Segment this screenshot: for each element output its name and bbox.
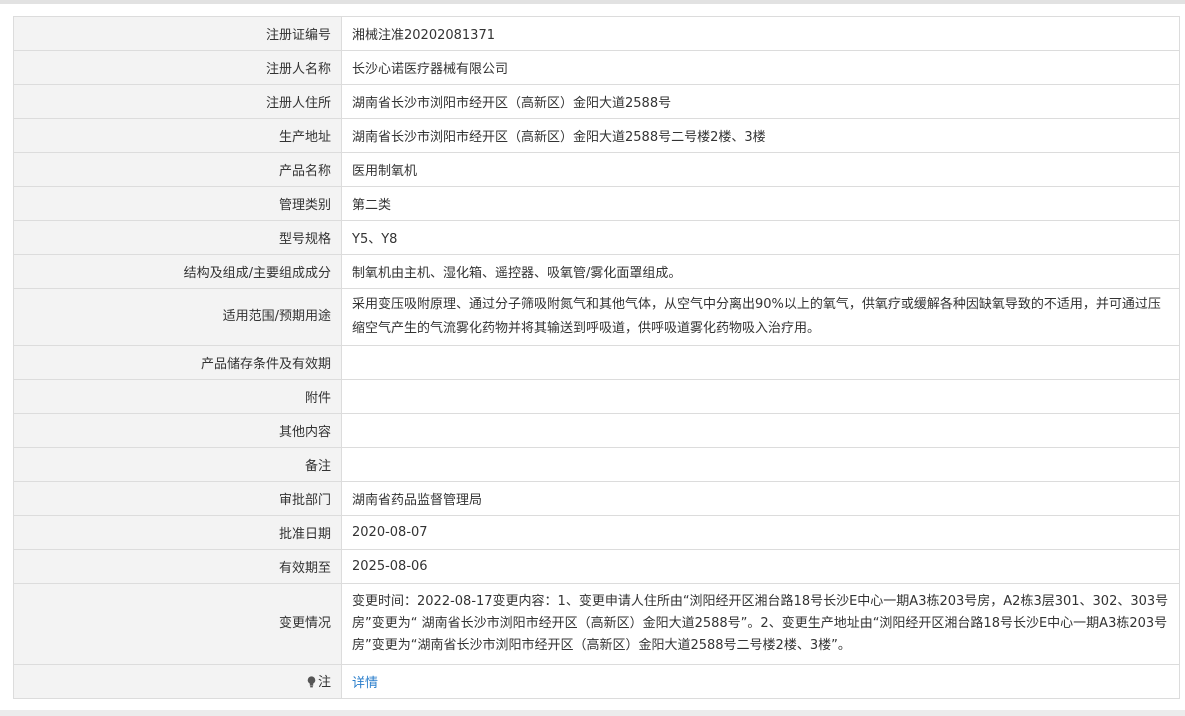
table-row: 变更情况 变更时间：2022-08-17变更内容：1、变更申请人住所由“浏阳经开… <box>13 583 1180 665</box>
table-row: 适用范围/预期用途 采用变压吸附原理、通过分子筛吸附氮气和其他气体，从空气中分离… <box>13 288 1180 346</box>
row-label-note: 注 <box>13 664 342 699</box>
row-value-management-class: 第二类 <box>341 186 1180 221</box>
row-label-management-class: 管理类别 <box>13 186 342 221</box>
row-label-registration-number: 注册证编号 <box>13 16 342 51</box>
table-row: 注 详情 <box>13 664 1180 699</box>
table-row: 有效期至 2025-08-06 <box>13 549 1180 584</box>
table-row: 其他内容 <box>13 413 1180 448</box>
table-row: 审批部门 湖南省药品监督管理局 <box>13 481 1180 516</box>
row-label-valid-until: 有效期至 <box>13 549 342 584</box>
detail-panel: 注册证编号 湘械注准20202081371 注册人名称 长沙心诺医疗器械有限公司… <box>0 4 1185 710</box>
row-label-remarks: 备注 <box>13 447 342 482</box>
lightbulb-icon <box>307 676 316 692</box>
row-value-note: 详情 <box>341 664 1180 699</box>
row-label-registrant-address: 注册人住所 <box>13 84 342 119</box>
row-value-registrant-address: 湖南省长沙市浏阳市经开区（高新区）金阳大道2588号 <box>341 84 1180 119</box>
table-row: 注册人名称 长沙心诺医疗器械有限公司 <box>13 50 1180 85</box>
row-label-model-spec: 型号规格 <box>13 220 342 255</box>
table-row: 管理类别 第二类 <box>13 186 1180 221</box>
row-label-approval-date: 批准日期 <box>13 515 342 550</box>
details-link[interactable]: 详情 <box>352 676 378 691</box>
table-row: 生产地址 湖南省长沙市浏阳市经开区（高新区）金阳大道2588号二号楼2楼、3楼 <box>13 118 1180 153</box>
row-label-other: 其他内容 <box>13 413 342 448</box>
row-value-model-spec: Y5、Y8 <box>341 220 1180 255</box>
row-value-approval-dept: 湖南省药品监督管理局 <box>341 481 1180 516</box>
row-label-approval-dept: 审批部门 <box>13 481 342 516</box>
row-value-registrant-name: 长沙心诺医疗器械有限公司 <box>341 50 1180 85</box>
registration-detail-table: 注册证编号 湘械注准20202081371 注册人名称 长沙心诺医疗器械有限公司… <box>13 16 1180 699</box>
table-row: 结构及组成/主要组成成分 制氧机由主机、湿化箱、遥控器、吸氧管/雾化面罩组成。 <box>13 254 1180 289</box>
row-value-approval-date: 2020-08-07 <box>341 515 1180 550</box>
row-label-storage: 产品储存条件及有效期 <box>13 345 342 380</box>
row-value-changes: 变更时间：2022-08-17变更内容：1、变更申请人住所由“浏阳经开区湘台路1… <box>341 583 1180 665</box>
row-label-intended-use: 适用范围/预期用途 <box>13 288 342 346</box>
row-value-structure: 制氧机由主机、湿化箱、遥控器、吸氧管/雾化面罩组成。 <box>341 254 1180 289</box>
note-label: 注 <box>317 675 331 690</box>
table-row: 型号规格 Y5、Y8 <box>13 220 1180 255</box>
row-value-registration-number: 湘械注准20202081371 <box>341 16 1180 51</box>
table-row: 备注 <box>13 447 1180 482</box>
row-value-intended-use: 采用变压吸附原理、通过分子筛吸附氮气和其他气体，从空气中分离出90%以上的氧气，… <box>341 288 1180 346</box>
row-value-remarks <box>341 447 1180 482</box>
table-row: 附件 <box>13 379 1180 414</box>
row-value-attachment <box>341 379 1180 414</box>
row-value-production-address: 湖南省长沙市浏阳市经开区（高新区）金阳大道2588号二号楼2楼、3楼 <box>341 118 1180 153</box>
row-label-attachment: 附件 <box>13 379 342 414</box>
row-value-storage <box>341 345 1180 380</box>
row-label-structure: 结构及组成/主要组成成分 <box>13 254 342 289</box>
row-value-other <box>341 413 1180 448</box>
table-row: 注册人住所 湖南省长沙市浏阳市经开区（高新区）金阳大道2588号 <box>13 84 1180 119</box>
table-row: 产品名称 医用制氧机 <box>13 152 1180 187</box>
table-row: 批准日期 2020-08-07 <box>13 515 1180 550</box>
row-label-changes: 变更情况 <box>13 583 342 665</box>
row-value-product-name: 医用制氧机 <box>341 152 1180 187</box>
table-row: 注册证编号 湘械注准20202081371 <box>13 16 1180 51</box>
row-label-product-name: 产品名称 <box>13 152 342 187</box>
row-label-registrant-name: 注册人名称 <box>13 50 342 85</box>
table-row: 产品储存条件及有效期 <box>13 345 1180 380</box>
row-value-valid-until: 2025-08-06 <box>341 549 1180 584</box>
row-label-production-address: 生产地址 <box>13 118 342 153</box>
